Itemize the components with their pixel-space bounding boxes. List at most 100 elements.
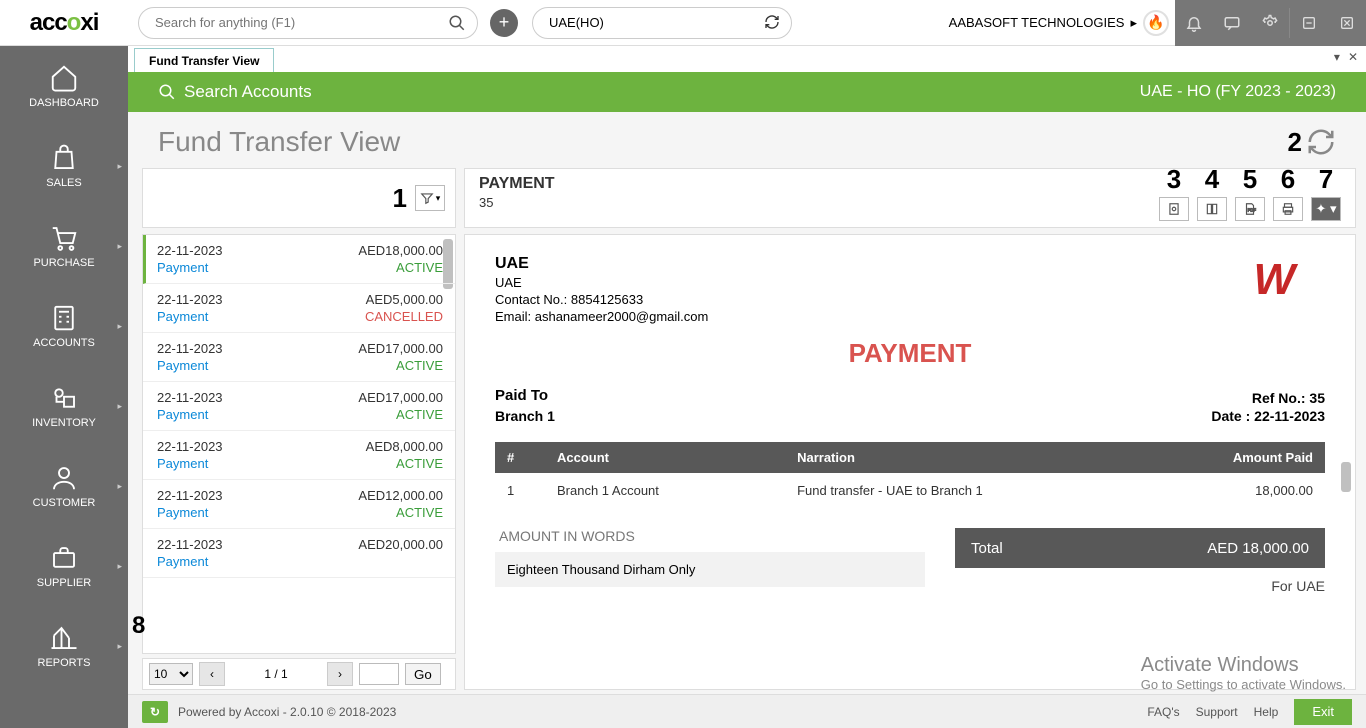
nav-label: INVENTORY (32, 417, 96, 429)
sync-icon[interactable] (764, 14, 780, 30)
item-status: ACTIVE (396, 407, 443, 422)
tab-fund-transfer-view[interactable]: Fund Transfer View (134, 48, 274, 72)
callout-6: 6 (1281, 164, 1295, 195)
page-size-select[interactable]: 10 (149, 663, 193, 685)
nav-label: SALES (46, 177, 81, 189)
callout-2: 2 (1288, 127, 1302, 158)
print-button[interactable] (1273, 197, 1303, 221)
nav-accounts[interactable]: ACCOUNTS▸ (0, 286, 128, 366)
svg-text:PDF: PDF (1248, 207, 1257, 212)
company-location: UAE (495, 275, 1325, 290)
nav-customer[interactable]: CUSTOMER▸ (0, 446, 128, 526)
for-company: For UAE (955, 578, 1325, 594)
next-page-button[interactable]: › (327, 662, 353, 686)
nav-purchase[interactable]: PURCHASE▸ (0, 206, 128, 286)
bell-icon[interactable] (1175, 0, 1213, 46)
list-item[interactable]: 22-11-2023AED12,000.00 PaymentACTIVE (143, 480, 455, 529)
journal-button[interactable] (1197, 197, 1227, 221)
pdf-button[interactable]: PDF (1235, 197, 1265, 221)
nav-label: PURCHASE (33, 257, 94, 269)
home-icon (49, 63, 79, 93)
item-date: 22-11-2023 (157, 537, 223, 552)
nav-sales[interactable]: SALES▸ (0, 126, 128, 206)
contact-row: Contact No.: 8854125633 (495, 292, 1325, 307)
go-button[interactable]: Go (405, 663, 441, 685)
callout-7: 7 (1319, 164, 1333, 195)
col-amount: Amount Paid (1185, 442, 1325, 473)
nav-inventory[interactable]: INVENTORY▸ (0, 366, 128, 446)
company-name[interactable]: AABASOFT TECHNOLOGIES ▸ 🔥 (949, 10, 1175, 36)
callout-4: 4 (1205, 164, 1219, 195)
item-amount: AED17,000.00 (358, 390, 443, 405)
paid-to-value: Branch 1 (495, 408, 555, 424)
item-amount: AED20,000.00 (358, 537, 443, 552)
inventory-icon (49, 383, 79, 413)
attachment-button[interactable] (1159, 197, 1189, 221)
global-search-input[interactable] (138, 7, 478, 39)
refresh-icon[interactable] (1306, 127, 1336, 157)
settings-icon[interactable] (1251, 0, 1289, 46)
nav-label: SUPPLIER (37, 577, 91, 589)
bag-icon (49, 143, 79, 173)
list-item[interactable]: 22-11-2023 AED18,000.00 Payment ACTIVE (143, 235, 455, 284)
briefcase-icon (49, 543, 79, 573)
callout-3: 3 (1167, 164, 1181, 195)
calculator-icon (49, 303, 79, 333)
close-icon[interactable] (1328, 0, 1366, 46)
search-accounts-link[interactable]: Search Accounts (184, 82, 312, 102)
nav-supplier[interactable]: SUPPLIER▸ (0, 526, 128, 606)
help-link[interactable]: Help (1254, 705, 1279, 719)
nav-label: CUSTOMER (33, 497, 96, 509)
chart-icon (49, 623, 79, 653)
email-row: Email: ashanameer2000@gmail.com (495, 309, 1325, 324)
minimize-icon[interactable] (1290, 0, 1328, 46)
item-amount: AED5,000.00 (366, 292, 443, 307)
list-item[interactable]: 22-11-2023AED20,000.00 Payment (143, 529, 455, 578)
tab-menu-icon[interactable]: ▾ (1334, 50, 1340, 64)
item-amount: AED8,000.00 (366, 439, 443, 454)
list-item[interactable]: 22-11-2023AED5,000.00 PaymentCANCELLED (143, 284, 455, 333)
chat-icon[interactable] (1213, 0, 1251, 46)
detail-title: PAYMENT (479, 175, 555, 193)
total-box: Total AED 18,000.00 (955, 528, 1325, 568)
nav-dashboard[interactable]: DASHBOARD (0, 46, 128, 126)
item-status: ACTIVE (396, 358, 443, 373)
page-info: 1 / 1 (231, 667, 321, 681)
exit-button[interactable]: Exit (1294, 699, 1352, 725)
item-type: Payment (157, 260, 208, 275)
item-date: 22-11-2023 (157, 243, 223, 258)
company-logo-icon: W (1253, 255, 1295, 305)
notification-flame-icon[interactable]: 🔥 (1143, 10, 1169, 36)
branch-select[interactable] (532, 7, 792, 39)
faq-link[interactable]: FAQ's (1147, 705, 1179, 719)
page-jump-input[interactable] (359, 663, 399, 685)
filter-button[interactable]: ▾ (415, 185, 445, 211)
user-icon (49, 463, 79, 493)
table-row: 1Branch 1 AccountFund transfer - UAE to … (495, 473, 1325, 508)
support-link[interactable]: Support (1196, 705, 1238, 719)
quick-add-button[interactable]: + (490, 9, 518, 37)
transaction-list[interactable]: 22-11-2023AED18,000.00 PaymentACTIVE22-1… (142, 234, 456, 654)
callout-5: 5 (1243, 164, 1257, 195)
page-title: Fund Transfer View (158, 126, 400, 158)
chevron-right-icon: ▸ (1130, 15, 1137, 31)
search-icon[interactable] (448, 14, 466, 32)
item-amount: AED18,000.00 (358, 243, 443, 258)
ref-no: Ref No.: 35 (1211, 390, 1325, 406)
list-item[interactable]: 22-11-2023AED17,000.00 PaymentACTIVE (143, 333, 455, 382)
item-status: CANCELLED (365, 309, 443, 324)
list-item[interactable]: 22-11-2023AED8,000.00 PaymentACTIVE (143, 431, 455, 480)
item-type: Payment (157, 358, 208, 373)
prev-page-button[interactable]: ‹ (199, 662, 225, 686)
cart-icon (49, 223, 79, 253)
tab-close-icon[interactable]: ✕ (1348, 50, 1358, 64)
detail-table: # Account Narration Amount Paid 1Branch … (495, 442, 1325, 508)
more-button[interactable]: ✦ ▾ (1311, 197, 1341, 221)
item-status: ACTIVE (396, 260, 443, 275)
list-item[interactable]: 22-11-2023AED17,000.00 PaymentACTIVE (143, 382, 455, 431)
nav-reports[interactable]: REPORTS▸ (0, 606, 128, 686)
col-account: Account (545, 442, 785, 473)
col-num: # (495, 442, 545, 473)
scrollbar[interactable] (1341, 462, 1351, 492)
item-type: Payment (157, 407, 208, 422)
